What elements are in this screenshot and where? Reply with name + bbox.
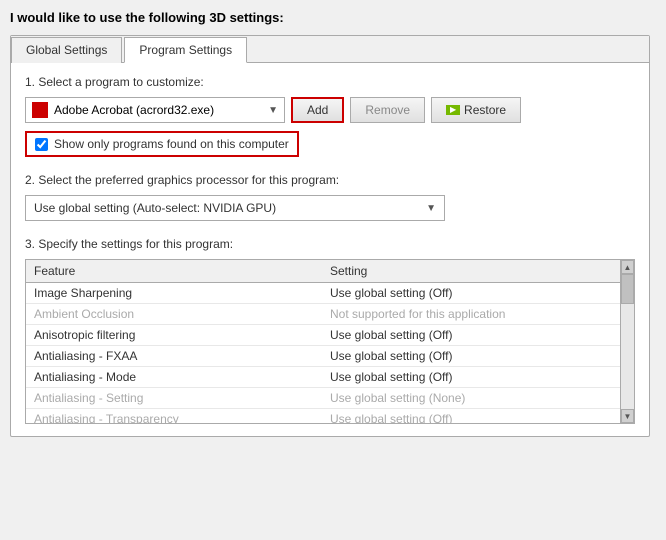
section1-label: 1. Select a program to customize: bbox=[25, 75, 635, 89]
section3-label: 3. Specify the settings for this program… bbox=[25, 237, 635, 251]
row-value: Use global setting (Off) bbox=[330, 349, 626, 363]
table-header: Feature Setting bbox=[26, 260, 634, 283]
table-row[interactable]: Antialiasing - FXAA Use global setting (… bbox=[26, 346, 634, 367]
scrollbar-thumb[interactable] bbox=[621, 274, 634, 304]
page-title: I would like to use the following 3D set… bbox=[10, 10, 650, 25]
program-dropdown[interactable]: Adobe Acrobat (acrord32.exe) ▼ bbox=[25, 97, 285, 123]
table-row[interactable]: Antialiasing - Mode Use global setting (… bbox=[26, 367, 634, 388]
row-feature: Antialiasing - Setting bbox=[34, 391, 330, 405]
program-select-row: Adobe Acrobat (acrord32.exe) ▼ Add Remov… bbox=[25, 97, 635, 123]
program-dropdown-value: Adobe Acrobat (acrord32.exe) bbox=[54, 103, 264, 117]
row-feature: Ambient Occlusion bbox=[34, 307, 330, 321]
scroll-down-button[interactable]: ▼ bbox=[621, 409, 634, 423]
header-feature: Feature bbox=[34, 264, 330, 278]
scroll-up-button[interactable]: ▲ bbox=[621, 260, 634, 274]
header-setting: Setting bbox=[330, 264, 626, 278]
table-body: Image Sharpening Use global setting (Off… bbox=[26, 283, 634, 424]
row-value: Use global setting (Off) bbox=[330, 286, 626, 300]
row-feature: Antialiasing - Transparency bbox=[34, 412, 330, 424]
table-row[interactable]: Antialiasing - Setting Use global settin… bbox=[26, 388, 634, 409]
table-row[interactable]: Ambient Occlusion Not supported for this… bbox=[26, 304, 634, 325]
row-feature: Antialiasing - FXAA bbox=[34, 349, 330, 363]
row-feature: Antialiasing - Mode bbox=[34, 370, 330, 384]
table-row[interactable]: Anisotropic filtering Use global setting… bbox=[26, 325, 634, 346]
scrollbar[interactable]: ▲ ▼ bbox=[620, 260, 634, 423]
add-button[interactable]: Add bbox=[291, 97, 344, 123]
program-dropdown-arrow: ▼ bbox=[268, 105, 278, 116]
remove-button[interactable]: Remove bbox=[350, 97, 425, 123]
row-value: Use global setting (Off) bbox=[330, 412, 626, 424]
nvidia-icon: ▶ bbox=[446, 105, 460, 115]
settings-table-section: 3. Specify the settings for this program… bbox=[25, 237, 635, 424]
show-only-programs-label: Show only programs found on this compute… bbox=[54, 137, 289, 151]
show-only-programs-checkbox[interactable] bbox=[35, 138, 48, 151]
tab-program[interactable]: Program Settings bbox=[124, 37, 247, 63]
tab-global[interactable]: Global Settings bbox=[11, 37, 122, 63]
show-only-programs-row[interactable]: Show only programs found on this compute… bbox=[25, 131, 299, 157]
row-feature: Image Sharpening bbox=[34, 286, 330, 300]
settings-table: Feature Setting Image Sharpening Use glo… bbox=[25, 259, 635, 424]
row-feature: Anisotropic filtering bbox=[34, 328, 330, 342]
tab-content-program: 1. Select a program to customize: Adobe … bbox=[11, 63, 649, 436]
acrobat-icon bbox=[32, 102, 48, 118]
gpu-dropdown-arrow: ▼ bbox=[426, 203, 436, 214]
row-value: Not supported for this application bbox=[330, 307, 626, 321]
scrollbar-track[interactable] bbox=[621, 274, 634, 409]
table-row[interactable]: Image Sharpening Use global setting (Off… bbox=[26, 283, 634, 304]
main-container: I would like to use the following 3D set… bbox=[10, 10, 650, 437]
gpu-dropdown-value: Use global setting (Auto-select: NVIDIA … bbox=[34, 201, 276, 215]
gpu-section: 2. Select the preferred graphics process… bbox=[25, 173, 635, 221]
row-value: Use global setting (Off) bbox=[330, 328, 626, 342]
tab-bar: Global Settings Program Settings bbox=[11, 36, 649, 63]
table-row[interactable]: Antialiasing - Transparency Use global s… bbox=[26, 409, 634, 424]
restore-label: Restore bbox=[464, 103, 506, 117]
row-value: Use global setting (None) bbox=[330, 391, 626, 405]
gpu-dropdown[interactable]: Use global setting (Auto-select: NVIDIA … bbox=[25, 195, 445, 221]
row-value: Use global setting (Off) bbox=[330, 370, 626, 384]
section2-label: 2. Select the preferred graphics process… bbox=[25, 173, 635, 187]
tab-panel: Global Settings Program Settings 1. Sele… bbox=[10, 35, 650, 437]
restore-button[interactable]: ▶ Restore bbox=[431, 97, 521, 123]
